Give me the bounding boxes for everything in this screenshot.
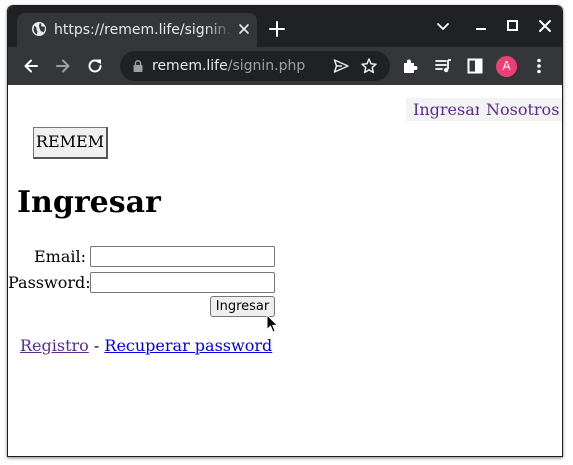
mouse-pointer-icon [266, 314, 279, 333]
reload-icon[interactable] [85, 56, 105, 76]
url-path: /signin.php [227, 58, 306, 74]
more-menu-icon[interactable] [529, 56, 549, 76]
nav-link-nosotros[interactable]: Nosotros [479, 98, 562, 121]
maximize-icon[interactable] [503, 16, 523, 36]
send-share-icon[interactable] [332, 57, 350, 75]
footer-links: Registro - Recuperar password [20, 336, 272, 356]
tab-title: https://remem.life/signin.php [54, 22, 232, 38]
close-tab-icon[interactable] [237, 22, 251, 36]
forward-arrow-icon[interactable] [53, 56, 73, 76]
email-label: Email: [33, 247, 86, 266]
globe-icon [32, 22, 46, 36]
password-field[interactable] [90, 272, 275, 293]
page-title: Ingresar [17, 185, 161, 220]
url-text[interactable]: remem.life/signin.php [152, 57, 305, 75]
bookmark-star-icon[interactable] [360, 57, 378, 75]
recover-password-link[interactable]: Recuperar password [104, 336, 272, 355]
close-window-icon[interactable] [535, 16, 555, 36]
minimize-icon[interactable] [471, 16, 491, 36]
email-field[interactable] [90, 246, 275, 267]
register-link[interactable]: Registro [20, 336, 89, 355]
lock-icon[interactable] [131, 59, 145, 73]
tab-search-chevron-down-icon[interactable] [433, 16, 453, 36]
browser-tab[interactable]: https://remem.life/signin.php [17, 13, 257, 47]
profile-avatar[interactable]: A [496, 56, 517, 77]
browser-window: https://remem.life/signin.php [7, 5, 563, 457]
media-queue-icon[interactable] [433, 56, 453, 76]
link-separator: - [93, 336, 100, 355]
extensions-puzzle-icon[interactable] [400, 56, 420, 76]
web-page: Ingresar Nosotros REMEM Ingresar Email: … [8, 85, 562, 456]
tab-strip: https://remem.life/signin.php [8, 6, 562, 47]
new-tab-plus-icon[interactable] [266, 18, 288, 40]
browser-toolbar: remem.life/signin.php A [8, 47, 562, 85]
back-arrow-icon[interactable] [21, 56, 41, 76]
side-panel-icon[interactable] [465, 56, 485, 76]
site-logo-button[interactable]: REMEM [33, 127, 108, 159]
password-label: Password: [8, 273, 91, 292]
url-host: remem.life [152, 58, 228, 74]
address-bar[interactable]: remem.life/signin.php [120, 51, 390, 81]
nav-link-ingresar[interactable]: Ingresar [406, 98, 490, 121]
